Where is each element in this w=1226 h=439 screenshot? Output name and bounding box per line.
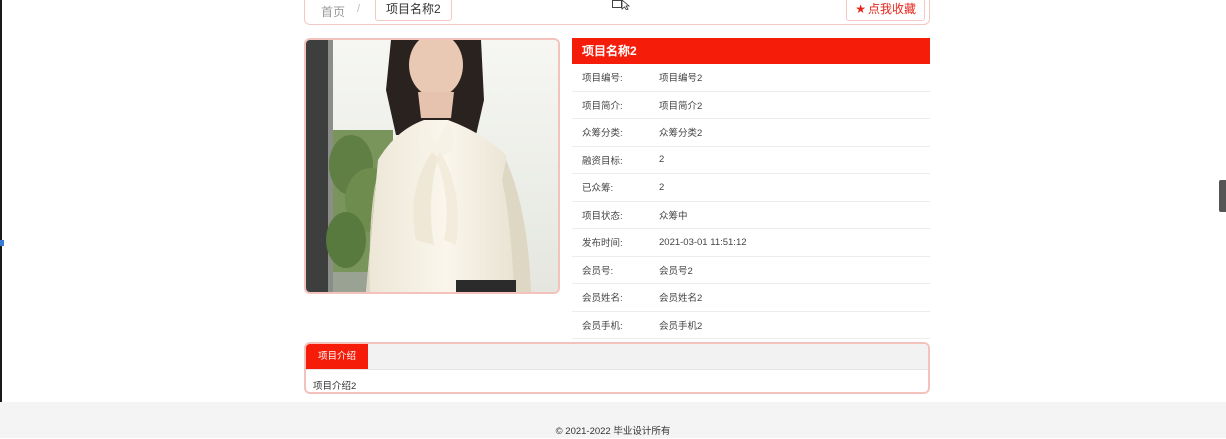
info-value: 会员姓名2 <box>659 293 703 305</box>
info-label: 项目编号: <box>582 73 623 85</box>
project-info-panel: 项目名称2 项目编号: 项目编号2 项目简介: 项目简介2 众筹分类: 众筹分类2 融资目标… <box>572 38 930 339</box>
info-row: 众筹分类: 众筹分类2 <box>572 119 930 147</box>
info-row: 项目编号: 项目编号2 <box>572 64 930 92</box>
breadcrumb-separator: / <box>357 3 361 15</box>
info-value: 众筹中 <box>659 210 688 222</box>
footer-copyright: © 2021-2022 毕业设计所有 <box>555 426 671 437</box>
side-scroll-handle[interactable] <box>1219 180 1226 212</box>
intro-content: 项目介绍2 <box>313 381 357 392</box>
project-title: 项目名称2 <box>572 38 930 64</box>
star-icon: ★ <box>855 2 866 16</box>
info-label: 融资目标: <box>582 155 623 167</box>
info-value: 会员手机2 <box>659 320 703 332</box>
info-row: 发布时间: 2021-03-01 11:51:12 <box>572 229 930 257</box>
info-row: 会员号: 会员号2 <box>572 257 930 284</box>
info-value: 众筹分类2 <box>659 128 703 140</box>
project-photo-illustration <box>306 40 558 292</box>
mouse-cursor-icon <box>612 0 631 10</box>
info-label: 会员号: <box>582 265 614 277</box>
favorite-button-label: 点我收藏 <box>867 2 916 16</box>
info-label: 众筹分类: <box>582 128 623 140</box>
info-label: 会员姓名: <box>582 293 623 305</box>
info-row: 会员姓名: 会员姓名2 <box>572 284 930 312</box>
info-label: 项目简介: <box>582 100 623 112</box>
window-left-edge <box>0 0 2 438</box>
info-value: 2021-03-01 11:51:12 <box>659 236 747 248</box>
info-value: 项目编号2 <box>659 73 703 85</box>
info-row: 项目状态: 众筹中 <box>572 202 930 229</box>
info-label: 发布时间: <box>582 238 623 250</box>
info-value: 会员号2 <box>659 265 693 277</box>
info-row: 已众筹: 2 <box>572 174 930 202</box>
breadcrumb-home-link[interactable]: 首页 <box>321 3 345 20</box>
info-label: 已众筹: <box>582 183 614 195</box>
info-value: 2 <box>659 154 665 166</box>
info-value: 项目简介2 <box>659 100 703 112</box>
favorite-button[interactable]: ★ 点我收藏 <box>846 0 925 21</box>
breadcrumb-current: 项目名称2 <box>375 0 452 21</box>
info-value: 2 <box>659 181 665 193</box>
info-row: 融资目标: 2 <box>572 147 930 174</box>
info-label: 项目状态: <box>582 210 623 222</box>
project-image <box>304 38 560 294</box>
project-intro-panel: 项目介绍 项目介绍2 <box>304 342 930 394</box>
page-footer: © 2021-2022 毕业设计所有 <box>0 402 1226 438</box>
intro-tab-bar: 项目介绍 <box>306 344 928 370</box>
info-row: 项目简介: 项目简介2 <box>572 92 930 119</box>
info-row: 会员手机: 会员手机2 <box>572 312 930 339</box>
window-edge-marker <box>0 240 4 246</box>
info-label: 会员手机: <box>582 320 623 332</box>
tab-project-intro[interactable]: 项目介绍 <box>306 344 369 369</box>
project-field-list: 项目编号: 项目编号2 项目简介: 项目简介2 众筹分类: 众筹分类2 融资目标: 2 已众筹:… <box>572 64 930 339</box>
